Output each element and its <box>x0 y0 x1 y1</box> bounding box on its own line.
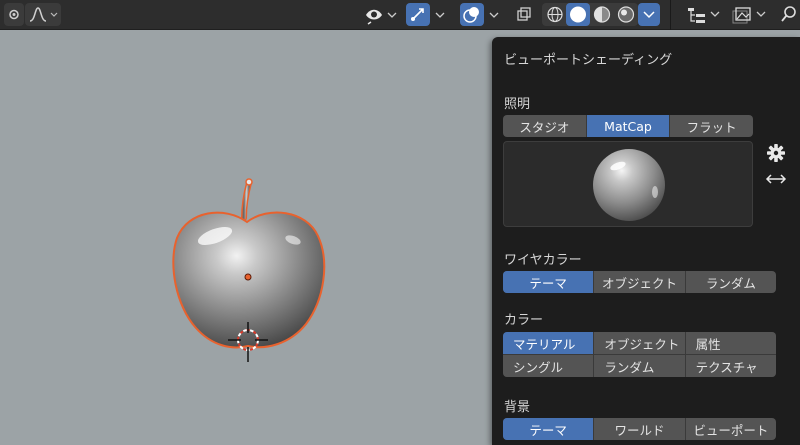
overlay-dropdown[interactable] <box>486 3 502 26</box>
wire-color-option-theme[interactable]: テーマ <box>503 271 595 293</box>
gear-icon <box>767 144 785 162</box>
outliner-icon <box>688 8 720 23</box>
proportional-edit-button[interactable] <box>4 3 24 26</box>
gizmo-toggle[interactable] <box>406 3 430 26</box>
search-icon <box>781 6 796 22</box>
visibility-dropdown[interactable] <box>384 3 400 26</box>
gizmo-dropdown[interactable] <box>432 3 448 26</box>
chevron-down-icon <box>643 11 655 19</box>
viewport-header <box>0 0 800 30</box>
outliner-filter-button[interactable] <box>684 3 724 26</box>
material-shading-icon <box>593 6 611 23</box>
color-option-single[interactable]: シングル <box>503 355 594 377</box>
color-option-material[interactable]: マテリアル <box>503 332 594 354</box>
color-label: カラー <box>504 313 544 328</box>
xray-toggle[interactable] <box>512 3 536 26</box>
wire-color-option-object[interactable]: オブジェクト <box>594 271 686 293</box>
falloff-curve-icon <box>29 7 58 22</box>
rendered-shading-button[interactable] <box>614 3 638 26</box>
horizontal-arrows-icon <box>765 174 787 184</box>
matcap-sphere <box>593 149 665 221</box>
overlay-toggle[interactable] <box>460 3 484 26</box>
background-option-theme[interactable]: テーマ <box>503 418 595 440</box>
matcap-preview[interactable] <box>503 141 753 227</box>
shading-popover-button[interactable] <box>638 3 660 26</box>
wire-color-option-random[interactable]: ランダム <box>686 271 776 293</box>
lighting-label: 照明 <box>504 97 531 112</box>
wire-color-selector: テーマ オブジェクト ランダム <box>503 271 776 293</box>
gizmo-icon <box>411 8 424 21</box>
solid-shading-icon <box>570 6 586 23</box>
image-icon <box>732 7 766 24</box>
lighting-selector: スタジオ MatCap フラット <box>503 115 753 137</box>
overlay-icon <box>463 7 479 23</box>
header-divider <box>670 0 671 30</box>
viewport-shading-popover: ビューポートシェーディング 照明 スタジオ MatCap フラット ワイヤカラー… <box>492 37 800 445</box>
background-label: 背景 <box>504 400 531 415</box>
rendered-shading-icon <box>617 6 635 23</box>
xray-icon <box>517 7 531 21</box>
wire-color-label: ワイヤカラー <box>504 253 582 268</box>
eye-icon <box>366 9 382 25</box>
color-option-attribute[interactable]: 属性 <box>685 332 776 354</box>
display-mode-button[interactable] <box>730 3 770 26</box>
solid-shading-button[interactable] <box>566 3 590 26</box>
material-shading-button[interactable] <box>590 3 614 26</box>
background-selector: テーマ ワールド ビューポート <box>503 418 776 440</box>
lighting-option-flat[interactable]: フラット <box>670 115 753 137</box>
visibility-button[interactable] <box>362 3 386 26</box>
color-option-random[interactable]: ランダム <box>594 355 685 377</box>
wireframe-shading-icon <box>547 6 563 23</box>
color-selector: マテリアル オブジェクト 属性 シングル ランダム テクスチャ <box>503 332 776 377</box>
falloff-dropdown[interactable] <box>25 3 61 26</box>
background-option-world[interactable]: ワールド <box>594 418 686 440</box>
wireframe-shading-button[interactable] <box>544 3 566 26</box>
matcap-settings-button[interactable] <box>764 141 788 165</box>
search-button[interactable] <box>778 3 800 26</box>
color-option-object[interactable]: オブジェクト <box>594 332 685 354</box>
popover-title: ビューポートシェーディング <box>504 53 673 68</box>
color-option-texture[interactable]: テクスチャ <box>685 355 776 377</box>
background-option-viewport[interactable]: ビューポート <box>686 418 776 440</box>
dot-icon <box>9 9 19 20</box>
lighting-option-matcap[interactable]: MatCap <box>586 115 671 137</box>
lighting-option-studio[interactable]: スタジオ <box>503 115 587 137</box>
matcap-flip-button[interactable] <box>764 169 788 189</box>
